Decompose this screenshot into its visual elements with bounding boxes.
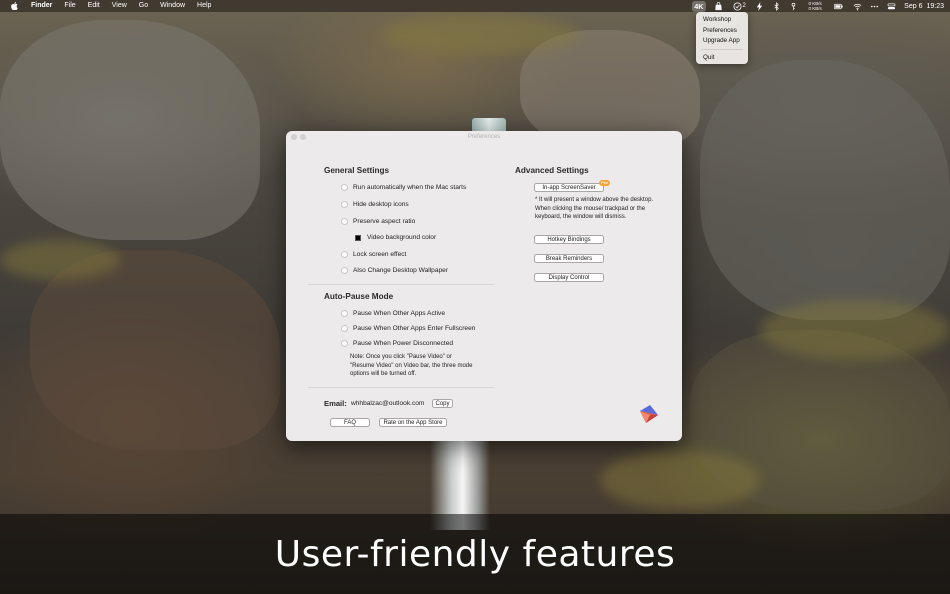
badge-count: 2 [742,3,746,9]
caption-band: User-friendly features [0,514,950,594]
menu-bar: Finder File Edit View Go Window Help 4K … [0,0,950,12]
radio-button[interactable] [341,267,348,274]
radio-button[interactable] [341,310,348,317]
ellipsis-icon[interactable] [870,2,879,11]
section-divider [308,284,494,285]
minimize-window-button[interactable] [300,134,306,140]
radio-button[interactable] [341,251,348,258]
option-video-background-color[interactable]: Video background color [355,234,436,241]
pro-badge: Pro [599,180,610,186]
preferences-window: Preferences [286,131,682,441]
option-label: Video background color [367,234,437,241]
option-hide-desktop-icons[interactable]: Hide desktop icons [341,201,409,208]
radio-button[interactable] [341,201,348,208]
copy-email-button[interactable]: Copy [432,399,453,408]
control-center-icon[interactable] [887,2,896,11]
faq-button[interactable]: FAQ [330,418,370,427]
bluetooth-icon[interactable] [772,1,781,11]
menu-item-workshop[interactable]: Workshop [696,15,748,26]
radio-button[interactable] [341,325,348,332]
rate-app-store-button[interactable]: Rate on the App Store [379,418,447,427]
option-label: Pause When Other Apps Active [353,310,445,317]
lightning-icon[interactable] [755,1,764,11]
option-pause-power-disconnected[interactable]: Pause When Power Disconnected [341,340,453,347]
app-status-icon[interactable]: 4K [692,0,707,12]
option-label: Pause When Power Disconnected [353,340,454,347]
option-change-desktop-wallpaper[interactable]: Also Change Desktop Wallpaper [341,267,448,274]
caption-text: User-friendly features [274,533,676,575]
auto-pause-note: Note: Once you click "Pause Video" or "R… [350,354,473,378]
in-app-screensaver-button[interactable]: In-app ScreenSaver [534,183,604,192]
menu-item-preferences[interactable]: Preferences [696,26,748,37]
status-menu-dropdown: Workshop Preferences Upgrade App Quit [696,12,748,64]
menubar-clock[interactable]: Sep 6 19:23 [904,3,944,10]
option-label: Run automatically when the Mac starts [353,184,467,191]
menu-separator [701,48,743,50]
option-label: Lock screen effect [353,251,407,258]
email-label: Email: [324,399,347,408]
window-titlebar[interactable]: Preferences [286,131,682,143]
auto-pause-heading: Auto-Pause Mode [324,292,394,301]
menu-view[interactable]: View [112,0,127,12]
display-control-button[interactable]: Display Control [534,273,604,282]
radio-button[interactable] [341,218,348,225]
menu-help[interactable]: Help [197,0,211,12]
bag-icon[interactable] [714,1,723,11]
svg-text:4K: 4K [694,2,704,10]
section-divider [308,387,494,388]
break-reminders-button[interactable]: Break Reminders [534,254,604,263]
option-lock-screen-effect[interactable]: Lock screen effect [341,251,406,258]
network-speed[interactable]: 0 KB/s 0 KB/s [806,1,824,11]
menu-edit[interactable]: Edit [88,0,100,12]
advanced-settings-heading: Advanced Settings [515,166,589,175]
option-pause-fullscreen[interactable]: Pause When Other Apps Enter Fullscreen [341,325,475,332]
menu-window[interactable]: Window [160,0,185,12]
close-window-button[interactable] [291,134,297,140]
option-label: Pause When Other Apps Enter Fullscreen [353,325,476,332]
battery-icon[interactable] [832,2,845,11]
option-label: Hide desktop icons [353,201,409,208]
menu-go[interactable]: Go [139,0,148,12]
hotkey-bindings-button[interactable]: Hotkey Bindings [534,235,604,244]
option-pause-other-apps-active[interactable]: Pause When Other Apps Active [341,310,445,317]
color-swatch[interactable] [355,234,361,241]
app-logo-icon [638,403,660,425]
apple-menu-icon[interactable] [11,2,19,10]
key-icon[interactable] [789,2,798,11]
radio-button[interactable] [341,340,348,347]
screensaver-note: * It will present a window above the des… [535,197,654,221]
download-speed: 0 KB/s [808,6,822,11]
menu-app-name[interactable]: Finder [31,0,52,12]
radio-button[interactable] [341,184,348,191]
option-run-at-login[interactable]: Run automatically when the Mac starts [341,184,466,191]
window-title: Preferences [467,134,501,140]
checkmark-badge-icon[interactable]: 2 [731,1,747,11]
wifi-icon[interactable] [853,2,862,11]
menu-item-quit[interactable]: Quit [696,53,748,64]
option-label: Preserve aspect ratio [353,218,416,225]
email-address: whhbalzac@outlook.com [351,400,425,407]
menu-file[interactable]: File [64,0,75,12]
clock-date: Sep 6 [904,2,923,10]
option-preserve-aspect-ratio[interactable]: Preserve aspect ratio [341,218,415,225]
menu-item-upgrade-app[interactable]: Upgrade App [696,36,748,47]
clock-time: 19:23 [926,2,944,10]
option-label: Also Change Desktop Wallpaper [353,267,449,274]
general-settings-heading: General Settings [324,166,390,175]
